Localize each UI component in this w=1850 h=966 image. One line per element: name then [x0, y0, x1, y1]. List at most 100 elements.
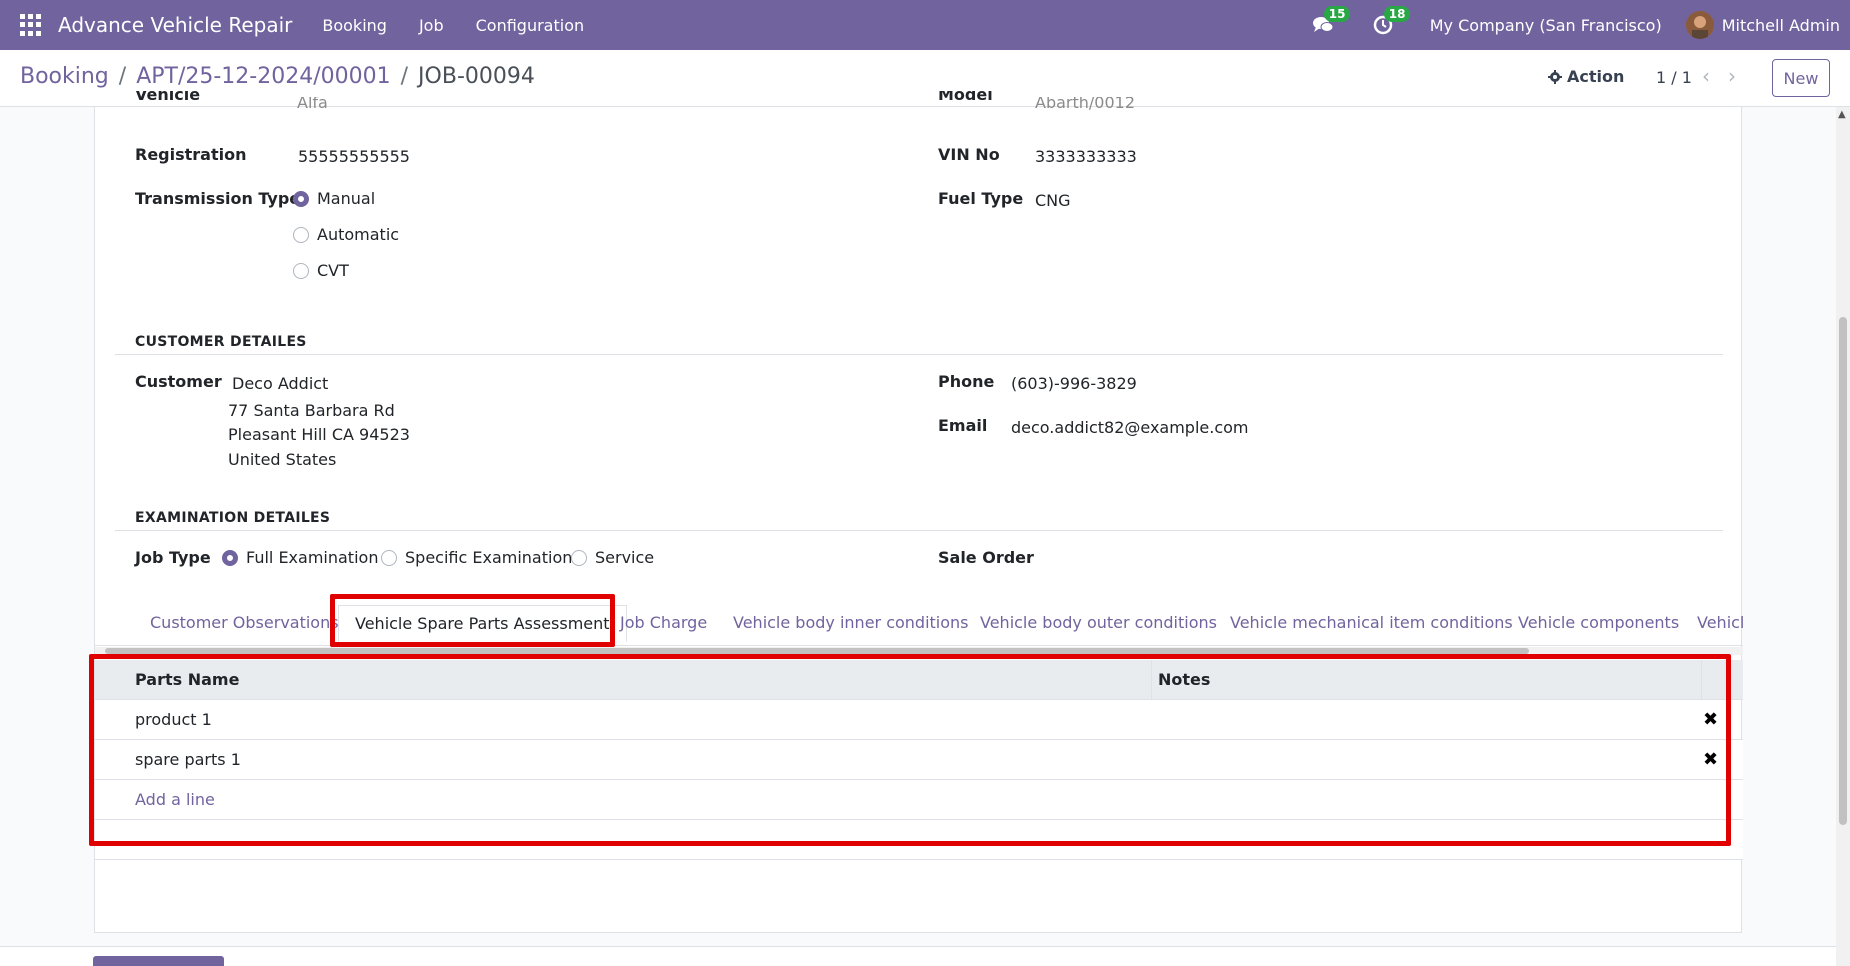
tab-vehicle-spare-parts-assessment[interactable]: Vehicle Spare Parts Assessment — [338, 605, 627, 642]
transmission-option-label: Automatic — [317, 225, 400, 244]
examination-section-title: EXAMINATION DETAILES — [135, 510, 331, 526]
fuel-type-field[interactable]: CNG — [1035, 191, 1071, 210]
pager-previous-icon[interactable]: ‹ — [1702, 64, 1710, 88]
activities-button[interactable]: 18 — [1370, 6, 1411, 38]
spare-parts-table: Parts Name Notes product 1 ✖ spare parts… — [95, 660, 1743, 860]
vin-field[interactable]: 3333333333 — [1035, 147, 1137, 166]
transmission-label: Transmission Type — [135, 189, 301, 208]
activities-count-badge: 18 — [1383, 6, 1411, 22]
add-line-link[interactable]: Add a line — [135, 790, 215, 809]
tab-vehicle-components[interactable]: Vehicle components — [1518, 613, 1679, 632]
vin-label: VIN No — [938, 145, 1000, 164]
section-divider — [115, 354, 1723, 355]
action-menu-button[interactable]: Action — [1548, 67, 1624, 86]
vehicle-field[interactable]: Alfa — [297, 97, 328, 111]
job-type-option-service[interactable]: Service — [571, 548, 654, 567]
user-face-icon — [1685, 11, 1714, 39]
customer-address-line2: Pleasant Hill CA 94523 — [228, 425, 410, 444]
apps-menu-icon[interactable] — [20, 14, 42, 36]
radio-unchecked-icon[interactable] — [293, 226, 309, 243]
job-type-option-full[interactable]: Full Examination — [222, 548, 378, 567]
user-avatar[interactable] — [1685, 11, 1714, 39]
tab-job-charge[interactable]: Job Charge — [620, 613, 707, 632]
model-label: Model — [938, 91, 993, 104]
section-divider — [115, 530, 1723, 531]
customer-name-link[interactable]: Deco Addict — [232, 374, 328, 393]
page-vertical-scrollbar[interactable]: ▲ — [1836, 107, 1850, 966]
company-switcher[interactable]: My Company (San Francisco) — [1430, 16, 1662, 35]
transmission-option-label: CVT — [317, 261, 349, 280]
transmission-option-cvt[interactable]: CVT — [293, 261, 349, 280]
app-brand[interactable]: Advance Vehicle Repair — [58, 13, 292, 37]
delete-row-icon[interactable]: ✖ — [1703, 709, 1718, 730]
chatter-bar — [0, 946, 1836, 966]
column-divider — [1701, 660, 1702, 700]
transmission-option-label: Manual — [317, 189, 376, 208]
user-menu[interactable]: Mitchell Admin — [1722, 16, 1840, 35]
messages-count-badge: 15 — [1323, 6, 1351, 22]
menu-configuration[interactable]: Configuration — [476, 16, 585, 35]
menu-job[interactable]: Job — [419, 16, 444, 35]
customer-address-line3: United States — [228, 450, 337, 469]
job-type-option-label: Specific Examination — [405, 548, 573, 567]
messages-button[interactable]: 15 — [1310, 6, 1351, 38]
tab-vehicle-body-inner-conditions[interactable]: Vehicle body inner conditions — [733, 613, 969, 632]
empty-row — [95, 820, 1743, 860]
breadcrumb: Booking / APT/25-12-2024/00001 / JOB-000… — [20, 64, 535, 89]
fuel-type-label: Fuel Type — [938, 189, 1024, 208]
tabs-horizontal-scrollbar[interactable] — [95, 647, 1743, 655]
column-header-notes[interactable]: Notes — [1158, 670, 1210, 689]
table-row[interactable]: product 1 ✖ — [95, 700, 1743, 740]
control-panel: Booking / APT/25-12-2024/00001 / JOB-000… — [0, 50, 1850, 107]
table-row[interactable]: spare parts 1 ✖ — [95, 740, 1743, 780]
transmission-option-automatic[interactable]: Automatic — [293, 225, 399, 244]
job-type-option-specific[interactable]: Specific Examination — [381, 548, 572, 567]
email-label: Email — [938, 416, 988, 435]
registration-field[interactable]: 55555555555 — [298, 147, 410, 166]
transmission-option-manual[interactable]: Manual — [293, 189, 375, 208]
gear-icon — [1548, 69, 1562, 84]
breadcrumb-booking[interactable]: Booking — [20, 64, 109, 89]
tab-vehicle-mechanical-item-conditions[interactable]: Vehicle mechanical item conditions — [1230, 613, 1513, 632]
radio-unchecked-icon[interactable] — [293, 262, 309, 279]
send-message-button[interactable] — [93, 956, 224, 966]
breadcrumb-separator: / — [400, 64, 409, 89]
radio-checked-icon[interactable] — [222, 549, 238, 566]
radio-unchecked-icon[interactable] — [381, 549, 397, 566]
pager-next-icon[interactable]: › — [1728, 64, 1736, 88]
menu-booking[interactable]: Booking — [322, 16, 387, 35]
add-line-row: Add a line — [95, 780, 1743, 820]
action-label: Action — [1567, 67, 1625, 86]
tab-vehicle-more[interactable]: Vehicl — [1697, 613, 1743, 632]
parts-name-cell[interactable]: spare parts 1 — [135, 750, 241, 769]
scrollbar-thumb[interactable] — [105, 648, 1529, 654]
scrollbar-thumb[interactable] — [1839, 317, 1847, 825]
email-field[interactable]: deco.addict82@example.com — [1011, 418, 1249, 437]
parts-name-cell[interactable]: product 1 — [135, 710, 212, 729]
sale-order-label: Sale Order — [938, 548, 1034, 567]
record-pager[interactable]: 1 / 1 — [1656, 68, 1692, 87]
phone-field[interactable]: (603)-996-3829 — [1011, 374, 1137, 393]
form-sheet: Vehicle Alfa Model Abarth/0012 Registrat… — [94, 91, 1743, 933]
scroll-up-icon[interactable]: ▲ — [1838, 109, 1846, 120]
customer-label: Customer — [135, 372, 222, 391]
breadcrumb-appointment[interactable]: APT/25-12-2024/00001 — [136, 64, 390, 89]
vehicle-label: Vehicle — [135, 91, 201, 104]
column-header-parts-name[interactable]: Parts Name — [135, 670, 239, 689]
table-header: Parts Name Notes — [95, 660, 1743, 700]
tab-customer-observations[interactable]: Customer Observations — [150, 613, 339, 632]
phone-label: Phone — [938, 372, 995, 391]
job-type-option-label: Service — [595, 548, 655, 567]
top-navbar: Advance Vehicle Repair Booking Job Confi… — [0, 0, 1850, 50]
job-type-label: Job Type — [135, 548, 211, 567]
radio-checked-icon[interactable] — [293, 190, 309, 207]
radio-unchecked-icon[interactable] — [571, 549, 587, 566]
model-field[interactable]: Abarth/0012 — [1035, 97, 1135, 111]
tabs-divider — [95, 645, 1743, 646]
new-record-button[interactable]: New — [1772, 59, 1830, 97]
delete-row-icon[interactable]: ✖ — [1703, 749, 1718, 770]
tab-vehicle-body-outer-conditions[interactable]: Vehicle body outer conditions — [980, 613, 1217, 632]
customer-section-title: CUSTOMER DETAILES — [135, 334, 307, 350]
job-type-option-label: Full Examination — [246, 548, 379, 567]
breadcrumb-separator: / — [118, 64, 127, 89]
